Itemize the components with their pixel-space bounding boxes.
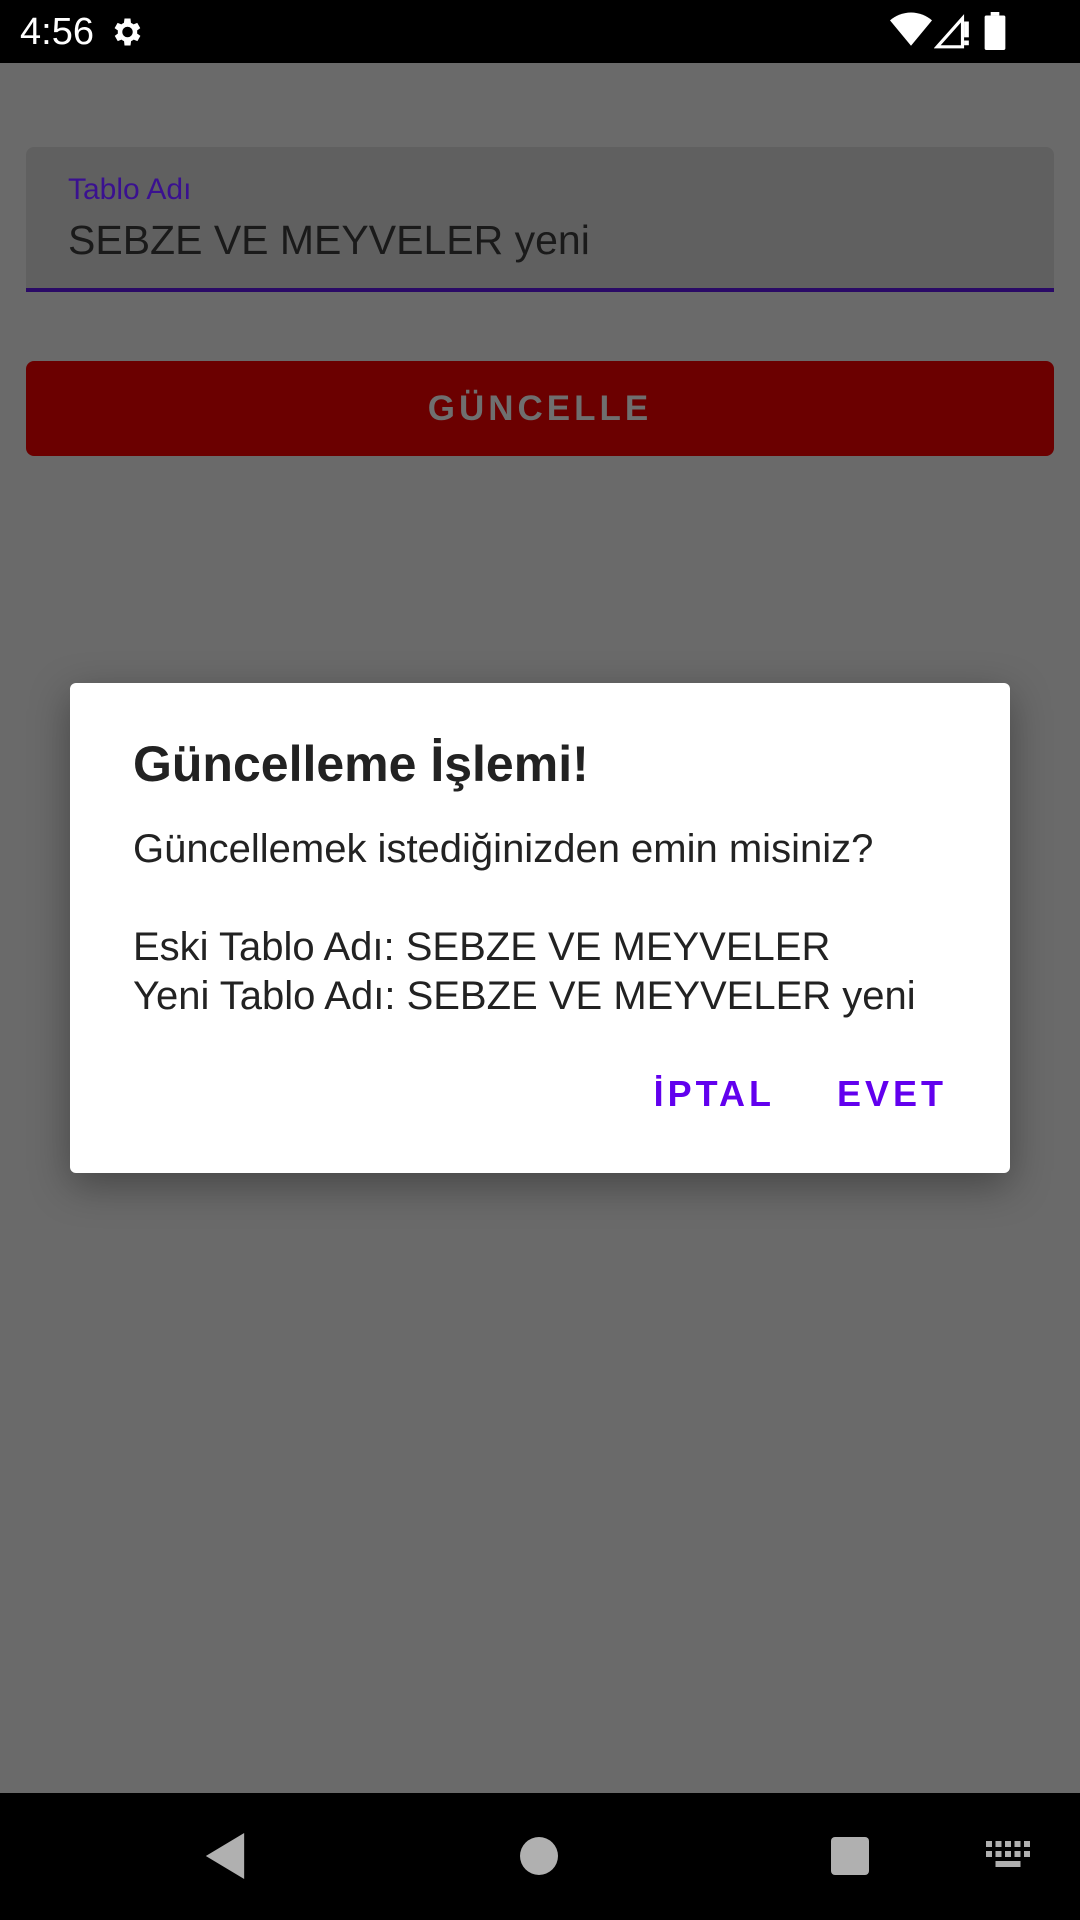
keyboard-icon[interactable] [986, 1841, 1030, 1871]
wifi-icon [890, 12, 932, 46]
table-name-field[interactable]: Tablo Adı SEBZE VE MEYVELER yeni [26, 147, 1054, 292]
dialog-message: Güncellemek istediğinizden emin misiniz?… [133, 827, 916, 1018]
navigation-bar [0, 1793, 1080, 1920]
home-icon[interactable] [520, 1837, 558, 1875]
dialog-actions: İPTAL EVET [654, 1073, 947, 1115]
back-icon[interactable] [205, 1833, 245, 1879]
confirm-dialog: Güncelleme İşlemi! Güncellemek istediğin… [70, 683, 1010, 1173]
status-bar: 4:56 [0, 0, 1080, 63]
cancel-button[interactable]: İPTAL [654, 1073, 775, 1115]
table-name-label: Tablo Adı [68, 173, 192, 206]
table-name-input[interactable]: SEBZE VE MEYVELER yeni [68, 217, 590, 264]
battery-icon [984, 12, 1006, 50]
gear-icon [114, 18, 141, 46]
confirm-button[interactable]: EVET [837, 1073, 947, 1115]
recents-icon[interactable] [831, 1837, 869, 1875]
signal-icon [934, 14, 969, 49]
status-time: 4:56 [20, 11, 94, 53]
update-button[interactable]: GÜNCELLE [26, 361, 1054, 456]
dialog-title: Güncelleme İşlemi! [133, 736, 589, 792]
